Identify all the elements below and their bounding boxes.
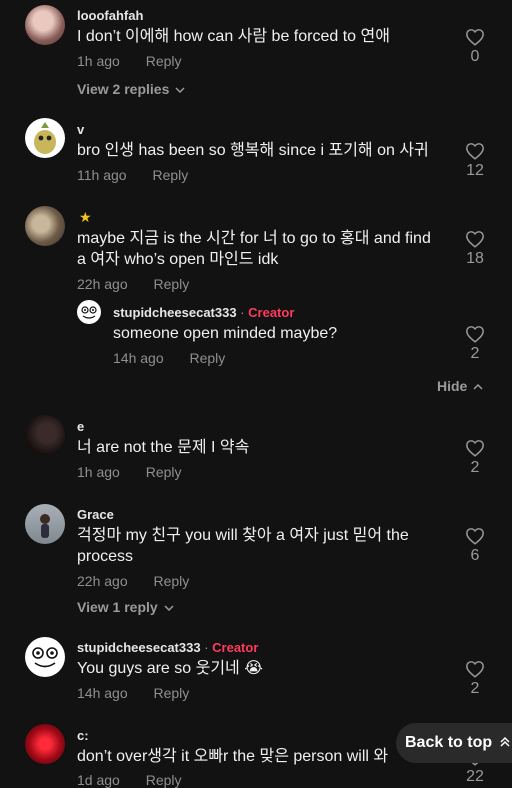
avatar[interactable] bbox=[25, 724, 65, 764]
reply-time: 14h ago bbox=[113, 350, 164, 366]
comment-time: 22h ago bbox=[77, 573, 128, 589]
like-button[interactable]: 0 bbox=[455, 28, 495, 66]
hide-label: Hide bbox=[437, 378, 468, 394]
chevron-up-icon bbox=[473, 384, 483, 390]
heart-icon bbox=[466, 326, 484, 343]
comment-username[interactable]: e bbox=[77, 419, 84, 434]
comment-username[interactable]: v bbox=[77, 122, 84, 137]
comment-meta: 1h ago Reply bbox=[77, 53, 182, 69]
comment-text-line-1: maybe 지금 is the 시간 for 너 to go to 홍대 and… bbox=[77, 230, 431, 247]
like-count: 0 bbox=[470, 48, 480, 65]
heart-icon bbox=[466, 440, 484, 457]
like-count: 12 bbox=[466, 162, 484, 179]
like-count: 2 bbox=[470, 459, 480, 476]
comment-text: bro 인생 has been so 행복해 since i 포기해 on 사귀 bbox=[77, 142, 429, 159]
comment-meta: 1d ago Reply bbox=[77, 772, 182, 788]
reply-button[interactable]: Reply bbox=[152, 167, 188, 183]
like-button[interactable]: 2 bbox=[455, 325, 495, 363]
reply-text: someone open minded maybe? bbox=[113, 325, 338, 342]
username-link[interactable]: stupidcheesecat333 bbox=[113, 305, 237, 320]
comment-time: 1h ago bbox=[77, 464, 120, 480]
comment-meta: 22h ago Reply bbox=[77, 573, 189, 589]
comment-time: 1h ago bbox=[77, 53, 120, 69]
view-replies-label: View 1 reply bbox=[77, 599, 158, 615]
reply-button[interactable]: Reply bbox=[146, 53, 182, 69]
comment-meta: 14h ago Reply bbox=[77, 685, 189, 701]
reply-button[interactable]: Reply bbox=[154, 685, 190, 701]
heart-icon bbox=[466, 231, 484, 248]
comment-time: 11h ago bbox=[77, 167, 127, 183]
hide-replies-button[interactable]: Hide bbox=[437, 378, 483, 394]
comment-text-line-2: process bbox=[77, 548, 134, 565]
like-count: 6 bbox=[470, 547, 480, 564]
heart-icon bbox=[466, 661, 484, 678]
avatar[interactable] bbox=[25, 504, 65, 544]
back-to-top-label: Back to top bbox=[405, 734, 493, 751]
view-replies-label: View 2 replies bbox=[77, 81, 170, 97]
reply-button[interactable]: Reply bbox=[154, 276, 190, 292]
heart-icon bbox=[466, 143, 484, 160]
like-button[interactable]: 2 bbox=[455, 439, 495, 477]
comment-meta: 1h ago Reply bbox=[77, 464, 182, 480]
comment-time: 14h ago bbox=[77, 685, 128, 701]
avatar[interactable] bbox=[25, 637, 65, 677]
comment-time: 22h ago bbox=[77, 276, 128, 292]
comment-time: 1d ago bbox=[77, 772, 120, 788]
like-button[interactable]: 12 bbox=[455, 142, 495, 180]
like-button[interactable]: 18 bbox=[455, 230, 495, 268]
heart-icon bbox=[466, 528, 484, 545]
reply-meta: 14h ago Reply bbox=[113, 350, 225, 366]
creator-badge: Creator bbox=[212, 640, 259, 655]
avatar[interactable] bbox=[77, 300, 101, 324]
like-count: 2 bbox=[470, 680, 480, 697]
username-link[interactable]: stupidcheesecat333 bbox=[77, 640, 201, 655]
comment-text: I don’t 이에해 how can 사람 be forced to 연애 bbox=[77, 28, 390, 45]
like-count: 22 bbox=[466, 768, 484, 785]
avatar[interactable] bbox=[25, 118, 65, 158]
comment-username: stupidcheesecat333 · Creator bbox=[77, 640, 258, 655]
creator-badge: Creator bbox=[248, 305, 295, 320]
comment-text: You guys are so 웃기네 😭 bbox=[77, 660, 263, 677]
chevron-down-icon bbox=[175, 87, 185, 94]
chevron-down-icon bbox=[164, 605, 174, 612]
double-chevron-up-icon bbox=[500, 736, 510, 751]
avatar[interactable] bbox=[25, 415, 65, 455]
reply-username: stupidcheesecat333 · Creator bbox=[113, 305, 294, 320]
like-button[interactable]: 6 bbox=[455, 527, 495, 565]
comment-meta: 22h ago Reply bbox=[77, 276, 189, 292]
comment-username[interactable]: c: bbox=[77, 728, 89, 743]
separator-dot: · bbox=[236, 305, 249, 320]
separator-dot: · bbox=[200, 640, 213, 655]
avatar[interactable] bbox=[25, 5, 65, 45]
star-icon[interactable]: ★ bbox=[79, 209, 92, 226]
comment-text: don’t over생각 it 오빠r the 맞은 person will 와 bbox=[77, 748, 389, 765]
avatar[interactable] bbox=[25, 206, 65, 246]
comment-username[interactable]: Grace bbox=[77, 507, 114, 522]
reply-button[interactable]: Reply bbox=[146, 464, 182, 480]
reply-button[interactable]: Reply bbox=[154, 573, 190, 589]
like-button[interactable]: 2 bbox=[455, 660, 495, 698]
comment-meta: 11h ago Reply bbox=[77, 167, 188, 183]
comment-text-line-1: 걱정마 my 친구 you will 찾아 a 여자 just 믿어 the bbox=[77, 527, 409, 544]
reply-button[interactable]: Reply bbox=[146, 772, 182, 788]
like-count: 2 bbox=[470, 345, 480, 362]
comment-text: 너 are not the 문제 I 약속 bbox=[77, 439, 250, 456]
comment-text-line-2: a 여자 who’s open 마인드 idk bbox=[77, 251, 279, 268]
view-replies-button[interactable]: View 2 replies bbox=[77, 81, 185, 97]
back-to-top-button[interactable]: Back to top bbox=[396, 723, 512, 763]
like-count: 18 bbox=[466, 250, 484, 267]
heart-icon bbox=[466, 29, 484, 46]
view-replies-button[interactable]: View 1 reply bbox=[77, 599, 174, 615]
reply-button[interactable]: Reply bbox=[190, 350, 226, 366]
comment-username[interactable]: looofahfah bbox=[77, 8, 143, 23]
